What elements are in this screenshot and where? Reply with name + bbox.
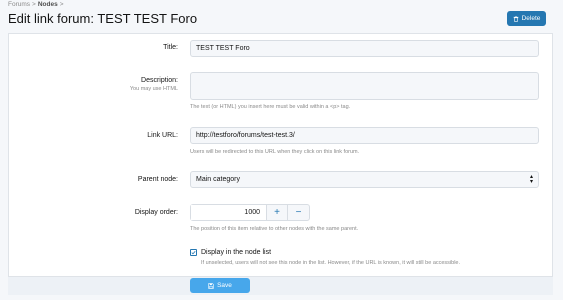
description-textarea[interactable] — [190, 72, 539, 100]
breadcrumb-nodes[interactable]: Nodes — [38, 1, 58, 8]
decrement-button[interactable]: − — [288, 205, 309, 220]
display-order-hint: The position of this item relative to ot… — [190, 226, 359, 232]
save-button[interactable]: Save — [190, 278, 250, 293]
breadcrumb-separator: > — [59, 1, 64, 8]
title-input[interactable]: TEST TEST Foro — [190, 40, 539, 57]
display-order-label: Display order: — [134, 209, 178, 216]
parent-node-label: Parent node: — [137, 176, 178, 183]
display-order-input[interactable]: 1000 — [191, 205, 267, 220]
link-url-label: Link URL: — [147, 132, 178, 139]
save-label: Save — [217, 282, 232, 289]
description-hint: The text (or HTML) you insert here must … — [190, 104, 351, 110]
display-in-list-label[interactable]: Display in the node list — [201, 249, 271, 256]
parent-node-value: Main category — [196, 176, 240, 183]
breadcrumb: Forums > Nodes > — [8, 1, 66, 8]
trash-icon — [513, 15, 518, 22]
display-in-list-checkbox[interactable] — [190, 249, 197, 256]
title-label: Title: — [163, 44, 178, 51]
description-sublabel: You may use HTML — [129, 86, 178, 92]
link-url-input[interactable]: http://testforo/forums/test-test.3/ — [190, 127, 539, 144]
display-order-stepper: 1000 + − — [190, 204, 310, 221]
save-icon — [208, 282, 214, 289]
increment-button[interactable]: + — [267, 205, 288, 220]
breadcrumb-separator: > — [32, 1, 36, 8]
select-arrows-icon: ▴ ▾ — [529, 173, 533, 185]
display-in-list-hint: If unselected, users will not see this n… — [201, 260, 461, 266]
breadcrumb-forums[interactable]: Forums — [8, 1, 30, 8]
delete-label: Delete — [521, 15, 541, 22]
delete-button[interactable]: Delete — [507, 11, 546, 26]
link-url-hint: Users will be redirected to this URL whe… — [190, 149, 360, 155]
description-label: Description: — [141, 77, 178, 84]
checkmark-icon — [191, 250, 196, 255]
parent-node-select[interactable]: Main category ▴ ▾ — [190, 171, 539, 188]
page-title: Edit link forum: TEST TEST Foro — [8, 11, 198, 26]
form-footer — [8, 276, 553, 295]
